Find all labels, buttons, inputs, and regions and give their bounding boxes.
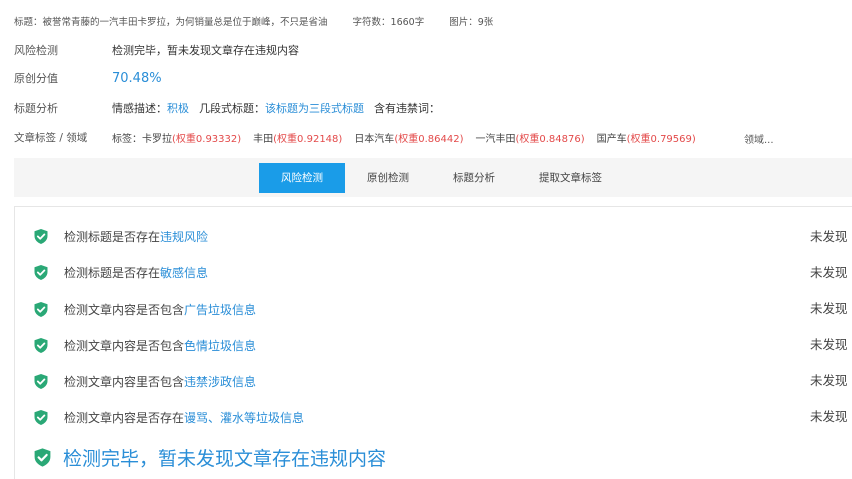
shield-check-icon — [34, 302, 48, 317]
check-text: 检测标题是否存在敏感信息 — [64, 266, 209, 280]
risk-value: 检测完毕，暂未发现文章存在违规内容 — [112, 44, 299, 57]
shield-check-icon — [34, 374, 48, 389]
image-count: 图片：9张 — [449, 17, 494, 28]
risk-row: 风险检测 检测完毕，暂未发现文章存在违规内容 — [14, 42, 299, 58]
tab-originality-detection[interactable]: 原创检测 — [345, 163, 431, 193]
tab-title-analysis[interactable]: 标题分析 — [431, 163, 517, 193]
emotion-label: 情感描述： — [112, 102, 167, 115]
article-meta: 标题：被誉常青藤的一汽丰田卡罗拉，为何销量总是位于巅峰，不只是省油 字符数：16… — [14, 14, 515, 28]
tab-extract-tags[interactable]: 提取文章标签 — [517, 163, 624, 193]
check-result: 未发现 — [810, 301, 848, 316]
originality-score: 70.48% — [112, 70, 162, 86]
originality-label: 原创分值 — [14, 72, 58, 85]
tag-item: 丰田(权重0.92148) — [253, 134, 343, 145]
risk-label: 风险检测 — [14, 44, 58, 57]
final-message: 检测完毕，暂未发现文章存在违规内容 — [63, 448, 387, 470]
originality-row: 原创分值 70.48% — [14, 70, 162, 86]
article-title: 标题：被誉常青藤的一汽丰田卡罗拉，为何销量总是位于巅峰，不只是省油 — [14, 17, 328, 28]
check-row: 检测文章内容里否包含违禁涉政信息 — [34, 373, 256, 390]
check-result: 未发现 — [810, 373, 848, 388]
check-text: 检测标题是否存在违规风险 — [64, 230, 209, 244]
shield-check-icon — [34, 410, 48, 425]
check-row: 检测文章内容是否包含广告垃圾信息 — [34, 301, 256, 318]
title-analysis-label: 标题分析 — [14, 102, 58, 115]
check-row: 检测文章内容是否包含色情垃圾信息 — [34, 337, 256, 354]
shield-check-icon — [34, 448, 51, 467]
banned-words-label: 含有违禁词： — [374, 102, 440, 115]
check-text: 检测文章内容是否包含色情垃圾信息 — [64, 339, 257, 353]
char-count: 字符数：1660字 — [352, 17, 425, 28]
check-row: 检测文章内容是否存在谩骂、灌水等垃圾信息 — [34, 409, 304, 426]
check-row: 检测标题是否存在敏感信息 — [34, 264, 208, 281]
tag-item: 国产车(权重0.79569) — [596, 134, 696, 145]
tag-item: 卡罗拉(权重0.93332) — [142, 134, 242, 145]
check-result: 未发现 — [810, 337, 848, 352]
tag-list: 标签：卡罗拉(权重0.93332) 丰田(权重0.92148) 日本汽车(权重0.8… — [112, 130, 708, 145]
title-analysis-row: 标题分析 情感描述： 积极 几段式标题： 该标题为三段式标题 含有违禁词： — [14, 100, 440, 116]
tags-row: 文章标签 / 领域 标签：卡罗拉(权重0.93332) 丰田(权重0.92148)… — [14, 130, 708, 145]
domain-label: 领域... — [744, 135, 774, 146]
final-summary: 检测完毕，暂未发现文章存在违规内容 — [34, 444, 386, 471]
check-text: 检测文章内容是否存在谩骂、灌水等垃圾信息 — [64, 411, 305, 425]
shield-check-icon — [34, 229, 48, 244]
tab-bar: 风险检测 原创检测 标题分析 提取文章标签 — [14, 158, 852, 197]
tab-risk-detection[interactable]: 风险检测 — [259, 162, 345, 193]
tag-item: 一汽丰田(权重0.84876) — [475, 134, 585, 145]
check-result: 未发现 — [810, 409, 848, 424]
check-result: 未发现 — [810, 229, 848, 244]
tags-prefix: 标签： — [112, 134, 142, 145]
shield-check-icon — [34, 265, 48, 280]
segment-label: 几段式标题： — [199, 102, 265, 115]
emotion-value: 积极 — [167, 102, 189, 115]
check-text: 检测文章内容里否包含违禁涉政信息 — [64, 375, 257, 389]
tag-item: 日本汽车(权重0.86442) — [354, 134, 464, 145]
check-row: 检测标题是否存在违规风险 — [34, 228, 208, 245]
segment-value: 该标题为三段式标题 — [265, 102, 364, 115]
shield-check-icon — [34, 338, 48, 353]
tags-label: 文章标签 / 领域 — [14, 132, 88, 144]
check-text: 检测文章内容是否包含广告垃圾信息 — [64, 303, 257, 317]
check-result: 未发现 — [810, 265, 848, 280]
